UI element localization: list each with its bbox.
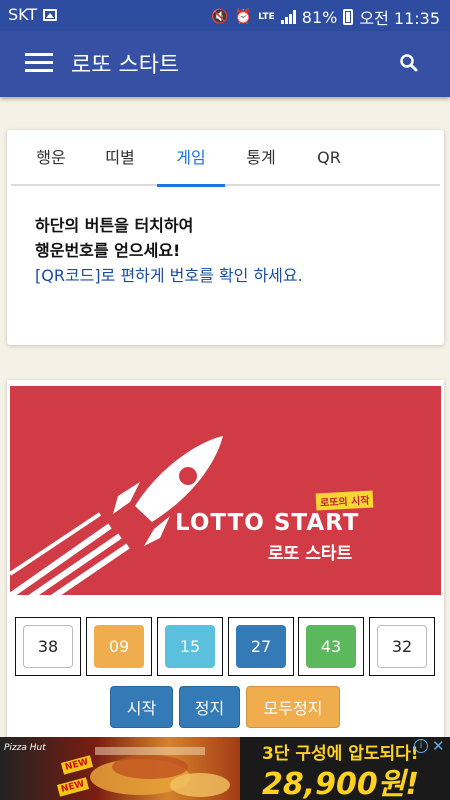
ball-number-5: 43 bbox=[306, 625, 356, 668]
ball-number-1: 38 bbox=[23, 625, 73, 668]
status-bar: SKT 🔇 ⏰ LTE 81% 오전 11:35 bbox=[0, 0, 450, 31]
ball-slot-3: 15 bbox=[157, 617, 223, 676]
ball-number-2: 09 bbox=[94, 625, 144, 668]
instruction-line-2: 행운번호를 얻으세요! bbox=[35, 241, 181, 260]
gallery-notification-icon bbox=[43, 8, 58, 21]
battery-percent: 81% bbox=[301, 7, 338, 27]
tab-game[interactable]: 게임 bbox=[157, 140, 225, 187]
qr-hint-text: [QR코드]로 편하게 번호를 확인 하세요. bbox=[35, 266, 303, 285]
banner-title: LOTTO START bbox=[175, 510, 360, 536]
stop-button[interactable]: 정지 bbox=[179, 686, 240, 728]
app-bar: 로또 스타트 bbox=[0, 31, 450, 97]
status-left: SKT bbox=[8, 5, 58, 24]
rocket-illustration bbox=[10, 436, 223, 595]
tab-bar: 행운 띠별 게임 통계 QR bbox=[11, 140, 440, 187]
ad-image: Pizza Hut NEW NEW bbox=[0, 737, 240, 800]
ball-number-6: 32 bbox=[377, 625, 427, 668]
lotto-start-banner: 로또의 시작 LOTTO START 로또 스타트 bbox=[10, 386, 441, 595]
signal-icon bbox=[280, 10, 296, 24]
network-type-label: LTE bbox=[258, 11, 275, 22]
ad-price: 28,900원! bbox=[262, 767, 420, 800]
ball-slot-2: 09 bbox=[86, 617, 152, 676]
ball-slot-1: 38 bbox=[15, 617, 81, 676]
tab-qr[interactable]: QR bbox=[295, 140, 363, 186]
ball-slot-6: 32 bbox=[369, 617, 435, 676]
carrier-label: SKT bbox=[8, 5, 38, 24]
app-title: 로또 스타트 bbox=[71, 53, 180, 78]
start-button[interactable]: 시작 bbox=[110, 686, 173, 728]
banner-subtitle: 로또 스타트 bbox=[268, 544, 353, 564]
menu-icon[interactable] bbox=[25, 53, 53, 73]
clock: 오전 11:35 bbox=[359, 9, 440, 28]
ad-info-icon[interactable]: i bbox=[414, 739, 428, 753]
pizza-illustration bbox=[90, 747, 230, 797]
tab-stats[interactable]: 통계 bbox=[227, 140, 295, 186]
ball-number-3: 15 bbox=[165, 625, 215, 668]
mute-icon: 🔇 bbox=[211, 9, 229, 25]
battery-icon bbox=[343, 9, 354, 25]
status-right: 🔇 ⏰ LTE 81% 오전 11:35 bbox=[211, 5, 440, 29]
alarm-icon: ⏰ bbox=[234, 9, 253, 25]
tab-luck[interactable]: 행운 bbox=[17, 140, 85, 186]
instruction-line-1: 하단의 버튼을 터치하여 bbox=[35, 216, 194, 235]
ad-banner[interactable]: Pizza Hut NEW NEW 3단 구성에 압도되다! 28,900원! … bbox=[0, 737, 450, 800]
ad-close-icon[interactable]: ✕ bbox=[432, 737, 445, 755]
stop-all-button[interactable]: 모두정지 bbox=[246, 686, 340, 728]
tab-zodiac[interactable]: 띠별 bbox=[86, 140, 154, 186]
ball-slot-5: 43 bbox=[298, 617, 364, 676]
banner-tag: 로또의 시작 bbox=[315, 490, 374, 511]
ball-slot-4: 27 bbox=[228, 617, 294, 676]
search-icon[interactable] bbox=[399, 53, 419, 73]
info-card: 행운 띠별 게임 통계 QR 하단의 버튼을 터치하여 행운번호를 얻으세요! … bbox=[7, 130, 444, 345]
ball-number-4: 27 bbox=[236, 625, 286, 668]
